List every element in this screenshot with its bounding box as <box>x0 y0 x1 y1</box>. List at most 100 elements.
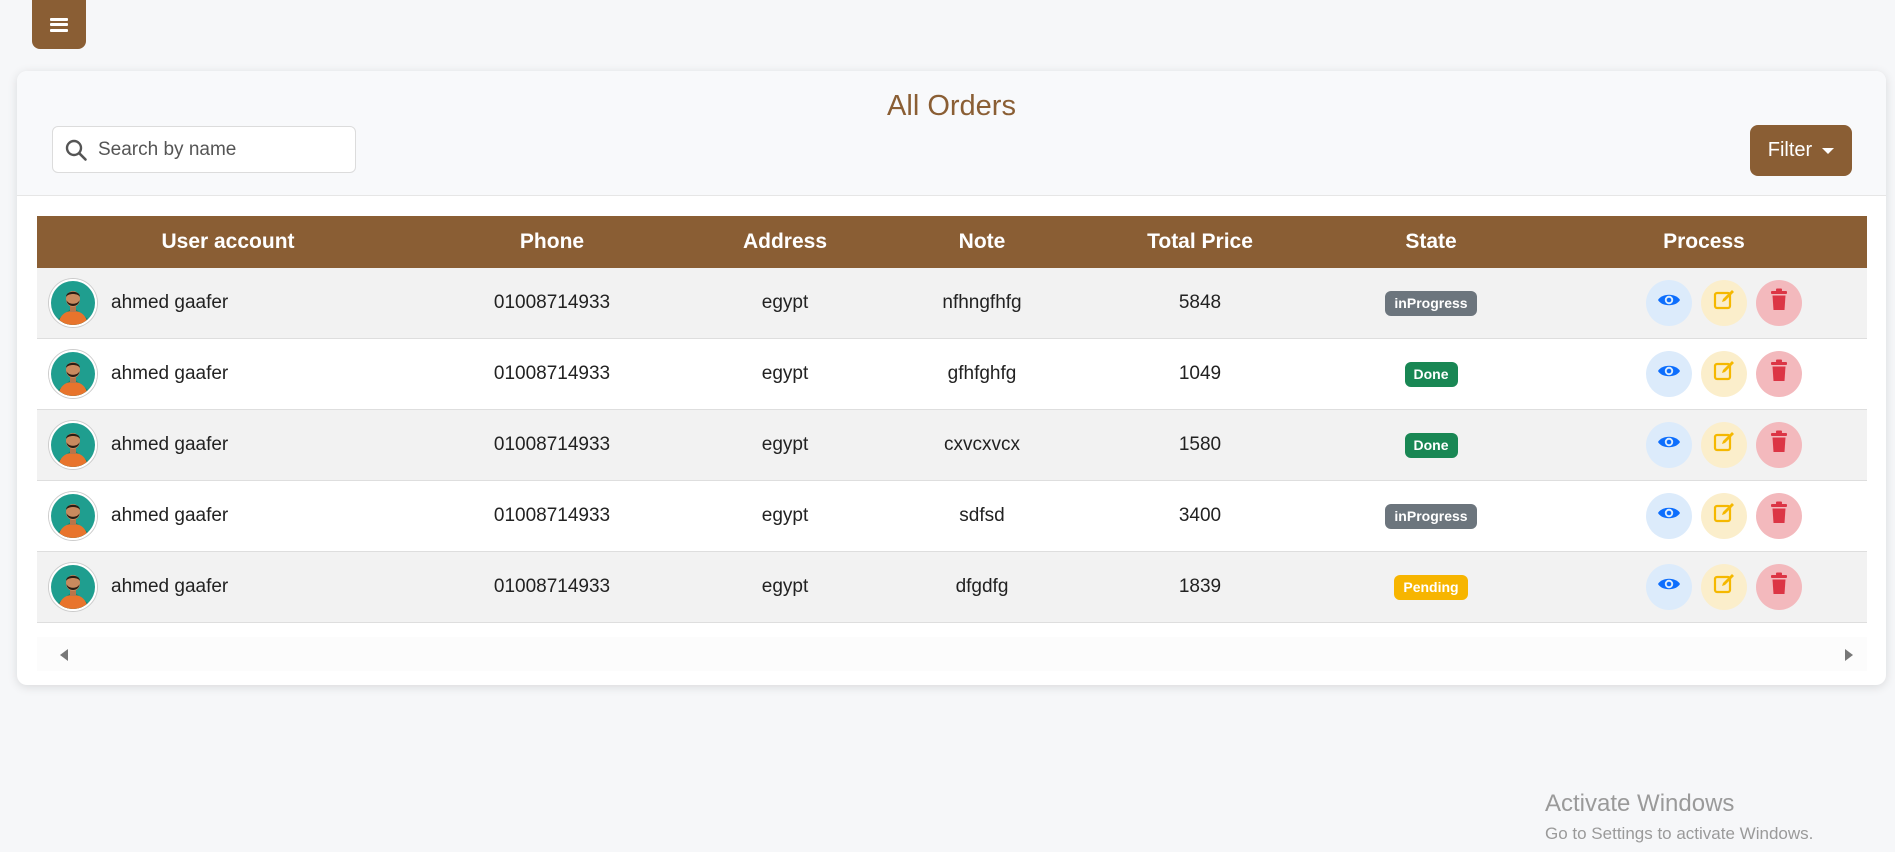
horizontal-scrollbar[interactable] <box>37 637 1867 671</box>
caret-down-icon <box>1822 147 1835 154</box>
search-icon <box>65 139 87 161</box>
avatar <box>49 492 97 540</box>
table-row: ahmed gaafer 01008714933 egypt gfhfghfg … <box>37 338 1867 410</box>
avatar <box>49 563 97 611</box>
eye-icon <box>1657 288 1681 318</box>
view-button[interactable] <box>1646 493 1692 539</box>
cell-note: gfhfghfg <box>885 338 1079 410</box>
edit-button[interactable] <box>1701 280 1747 326</box>
edit-icon <box>1712 359 1736 389</box>
delete-button[interactable] <box>1756 280 1802 326</box>
view-button[interactable] <box>1646 351 1692 397</box>
cell-phone: 01008714933 <box>419 409 685 481</box>
menu-toggle-button[interactable] <box>32 0 86 49</box>
status-badge: inProgress <box>1385 503 1477 529</box>
delete-button[interactable] <box>1756 564 1802 610</box>
status-badge: inProgress <box>1385 290 1477 316</box>
edit-icon <box>1712 288 1736 318</box>
cell-state: Done <box>1321 338 1541 410</box>
scroll-right-arrow-icon[interactable] <box>1845 649 1853 661</box>
cell-address: egypt <box>685 409 885 481</box>
cell-phone: 01008714933 <box>419 480 685 552</box>
edit-icon <box>1712 430 1736 460</box>
user-name: ahmed gaafer <box>111 576 229 597</box>
status-badge: Pending <box>1394 574 1468 600</box>
user-name: ahmed gaafer <box>111 363 229 384</box>
cell-address: egypt <box>685 480 885 552</box>
search-box[interactable] <box>52 126 356 173</box>
cell-total-price: 5848 <box>1079 268 1321 339</box>
cell-total-price: 1580 <box>1079 409 1321 481</box>
orders-card: All Orders Filter User account Phone Add… <box>17 71 1886 685</box>
view-button[interactable] <box>1646 280 1692 326</box>
status-badge: Done <box>1404 361 1458 387</box>
cell-user: ahmed gaafer <box>37 338 419 410</box>
edit-button[interactable] <box>1701 493 1747 539</box>
card-header: All Orders Filter <box>17 71 1886 196</box>
cell-phone: 01008714933 <box>419 338 685 410</box>
view-button[interactable] <box>1646 422 1692 468</box>
cell-state: Pending <box>1321 551 1541 623</box>
cell-total-price: 1839 <box>1079 551 1321 623</box>
cell-user: ahmed gaafer <box>37 551 419 623</box>
column-header-user[interactable]: User account <box>37 216 419 268</box>
eye-icon <box>1657 572 1681 602</box>
column-header-phone[interactable]: Phone <box>419 216 685 268</box>
status-badge: Done <box>1404 432 1458 458</box>
edit-button[interactable] <box>1701 351 1747 397</box>
cell-phone: 01008714933 <box>419 551 685 623</box>
edit-button[interactable] <box>1701 564 1747 610</box>
edit-icon <box>1712 572 1736 602</box>
filter-dropdown-button[interactable]: Filter <box>1750 125 1852 176</box>
eye-icon <box>1657 430 1681 460</box>
view-button[interactable] <box>1646 564 1692 610</box>
table-row: ahmed gaafer 01008714933 egypt sdfsd 340… <box>37 480 1867 552</box>
column-header-address[interactable]: Address <box>685 216 885 268</box>
cell-process <box>1541 268 1867 339</box>
column-header-state[interactable]: State <box>1321 216 1541 268</box>
eye-icon <box>1657 359 1681 389</box>
cell-user: ahmed gaafer <box>37 480 419 552</box>
delete-button[interactable] <box>1756 422 1802 468</box>
delete-button[interactable] <box>1756 493 1802 539</box>
eye-icon <box>1657 501 1681 531</box>
cell-note: cxvcxvcx <box>885 409 1079 481</box>
hamburger-icon <box>50 17 68 32</box>
trash-icon <box>1768 572 1790 602</box>
cell-address: egypt <box>685 551 885 623</box>
edit-button[interactable] <box>1701 422 1747 468</box>
cell-process <box>1541 551 1867 623</box>
cell-user: ahmed gaafer <box>37 409 419 481</box>
trash-icon <box>1768 359 1790 389</box>
cell-process <box>1541 480 1867 552</box>
avatar <box>49 279 97 327</box>
avatar <box>49 350 97 398</box>
table-row: ahmed gaafer 01008714933 egypt cxvcxvcx … <box>37 409 1867 481</box>
edit-icon <box>1712 501 1736 531</box>
cell-state: Done <box>1321 409 1541 481</box>
cell-total-price: 3400 <box>1079 480 1321 552</box>
user-name: ahmed gaafer <box>111 505 229 526</box>
scroll-left-arrow-icon[interactable] <box>60 649 68 661</box>
watermark-title: Activate Windows <box>1545 790 1735 817</box>
column-header-note[interactable]: Note <box>885 216 1079 268</box>
page-title: All Orders <box>887 90 1016 122</box>
column-header-process[interactable]: Process <box>1541 216 1867 268</box>
cell-process <box>1541 338 1867 410</box>
cell-user: ahmed gaafer <box>37 268 419 339</box>
watermark-subtitle: Go to Settings to activate Windows. <box>1545 824 1814 843</box>
trash-icon <box>1768 501 1790 531</box>
table-row: ahmed gaafer 01008714933 egypt dfgdfg 18… <box>37 551 1867 623</box>
avatar <box>49 421 97 469</box>
trash-icon <box>1768 288 1790 318</box>
cell-process <box>1541 409 1867 481</box>
windows-activation-watermark: Activate Windows Go to Settings to activ… <box>1545 790 1813 844</box>
orders-table-wrapper: User account Phone Address Note Total Pr… <box>37 216 1867 623</box>
search-input[interactable] <box>96 137 340 162</box>
cell-note: sdfsd <box>885 480 1079 552</box>
cell-address: egypt <box>685 268 885 339</box>
delete-button[interactable] <box>1756 351 1802 397</box>
column-header-total-price[interactable]: Total Price <box>1079 216 1321 268</box>
user-name: ahmed gaafer <box>111 434 229 455</box>
filter-label: Filter <box>1767 139 1813 161</box>
